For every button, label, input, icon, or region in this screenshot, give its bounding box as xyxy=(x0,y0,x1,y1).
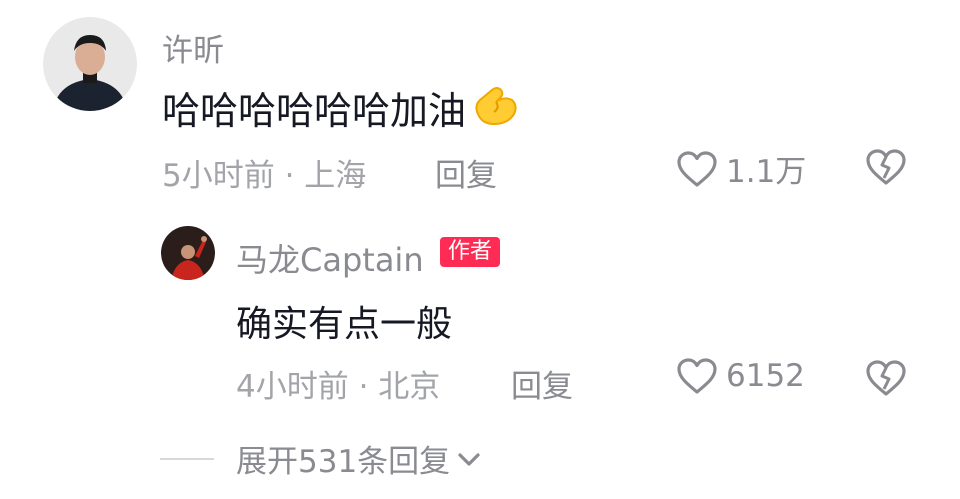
author-username[interactable]: 马龙Captain xyxy=(236,235,424,281)
broken-heart-icon xyxy=(866,360,906,396)
chevron-down-icon xyxy=(458,452,480,466)
heart-outline-icon xyxy=(677,150,717,187)
commenter-avatar[interactable] xyxy=(43,17,137,111)
expand-replies-label: 展开531条回复 xyxy=(236,444,451,480)
comment-like-count: 1.1万 xyxy=(726,154,807,190)
author-avatar[interactable] xyxy=(161,226,215,280)
comment-dislike-button[interactable] xyxy=(865,148,907,190)
author-badge: 作者 xyxy=(440,237,501,267)
reply-reply-button[interactable]: 回复 xyxy=(511,361,573,406)
reply-text: 确实有点一般 xyxy=(236,304,453,345)
heart-outline-icon xyxy=(677,358,717,394)
divider-line xyxy=(160,457,214,460)
flexed-biceps-emoji xyxy=(470,78,520,137)
broken-heart-icon xyxy=(866,149,906,185)
commenter-username[interactable]: 许昕 xyxy=(162,25,224,70)
comment-like-button[interactable]: 1.1万 xyxy=(676,146,806,191)
reply-like-count: 6152 xyxy=(726,358,805,394)
reply-time-location: 4小时前 · 北京 xyxy=(236,369,441,405)
comment-time-location: 5小时前 · 上海 xyxy=(162,158,367,194)
reply-dislike-button[interactable] xyxy=(865,359,907,401)
reply-like-button[interactable]: 6152 xyxy=(676,357,805,395)
comment-reply-button[interactable]: 回复 xyxy=(435,150,497,195)
comment-text: 哈哈哈哈哈哈加油 xyxy=(162,89,467,133)
expand-replies-button[interactable]: 展开531条回复 xyxy=(160,436,482,481)
comment-text-row: 哈哈哈哈哈哈加油 xyxy=(162,78,520,137)
